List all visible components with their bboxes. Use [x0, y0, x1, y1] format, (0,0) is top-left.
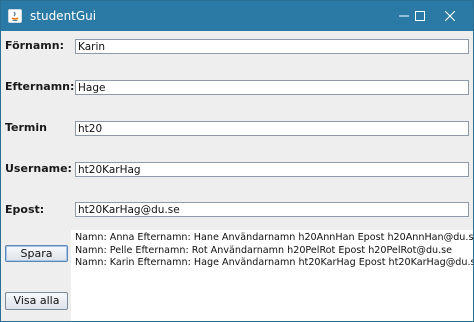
- efternamn-label: Efternamn:: [5, 80, 75, 93]
- epost-label: Epost:: [5, 203, 45, 216]
- maximize-icon: [415, 11, 425, 21]
- output-line: Namn: Anna Efternamn: Hane Användarnamn …: [75, 232, 473, 243]
- window-title: studentGui: [30, 9, 97, 23]
- termin-field[interactable]: [75, 121, 469, 136]
- close-icon: [445, 11, 455, 21]
- output-line: Namn: Pelle Efternamn: Rot Användarnamn …: [75, 244, 453, 256]
- termin-label: Termin: [5, 121, 47, 134]
- spara-button[interactable]: Spara: [5, 245, 68, 262]
- username-field[interactable]: [75, 162, 469, 177]
- visa-alla-button[interactable]: Visa alla: [5, 292, 68, 310]
- fornamn-label: Förnamn:: [5, 39, 64, 52]
- title-bar[interactable]: studentGui: [1, 1, 473, 31]
- output-text-area[interactable]: Namn: Anna Efternamn: Hane Användarnamn …: [71, 230, 473, 321]
- student-gui-window: studentGui Förnamn: Efternamn: Termin Us…: [0, 0, 474, 322]
- efternamn-field[interactable]: [75, 80, 469, 95]
- epost-field[interactable]: [75, 202, 469, 217]
- java-app-icon[interactable]: [8, 8, 22, 23]
- output-line: Namn: Karin Efternamn: Hage Användarnamn…: [75, 257, 473, 268]
- username-label: Username:: [5, 162, 72, 175]
- close-button[interactable]: [427, 1, 473, 31]
- fornamn-field[interactable]: [75, 39, 469, 54]
